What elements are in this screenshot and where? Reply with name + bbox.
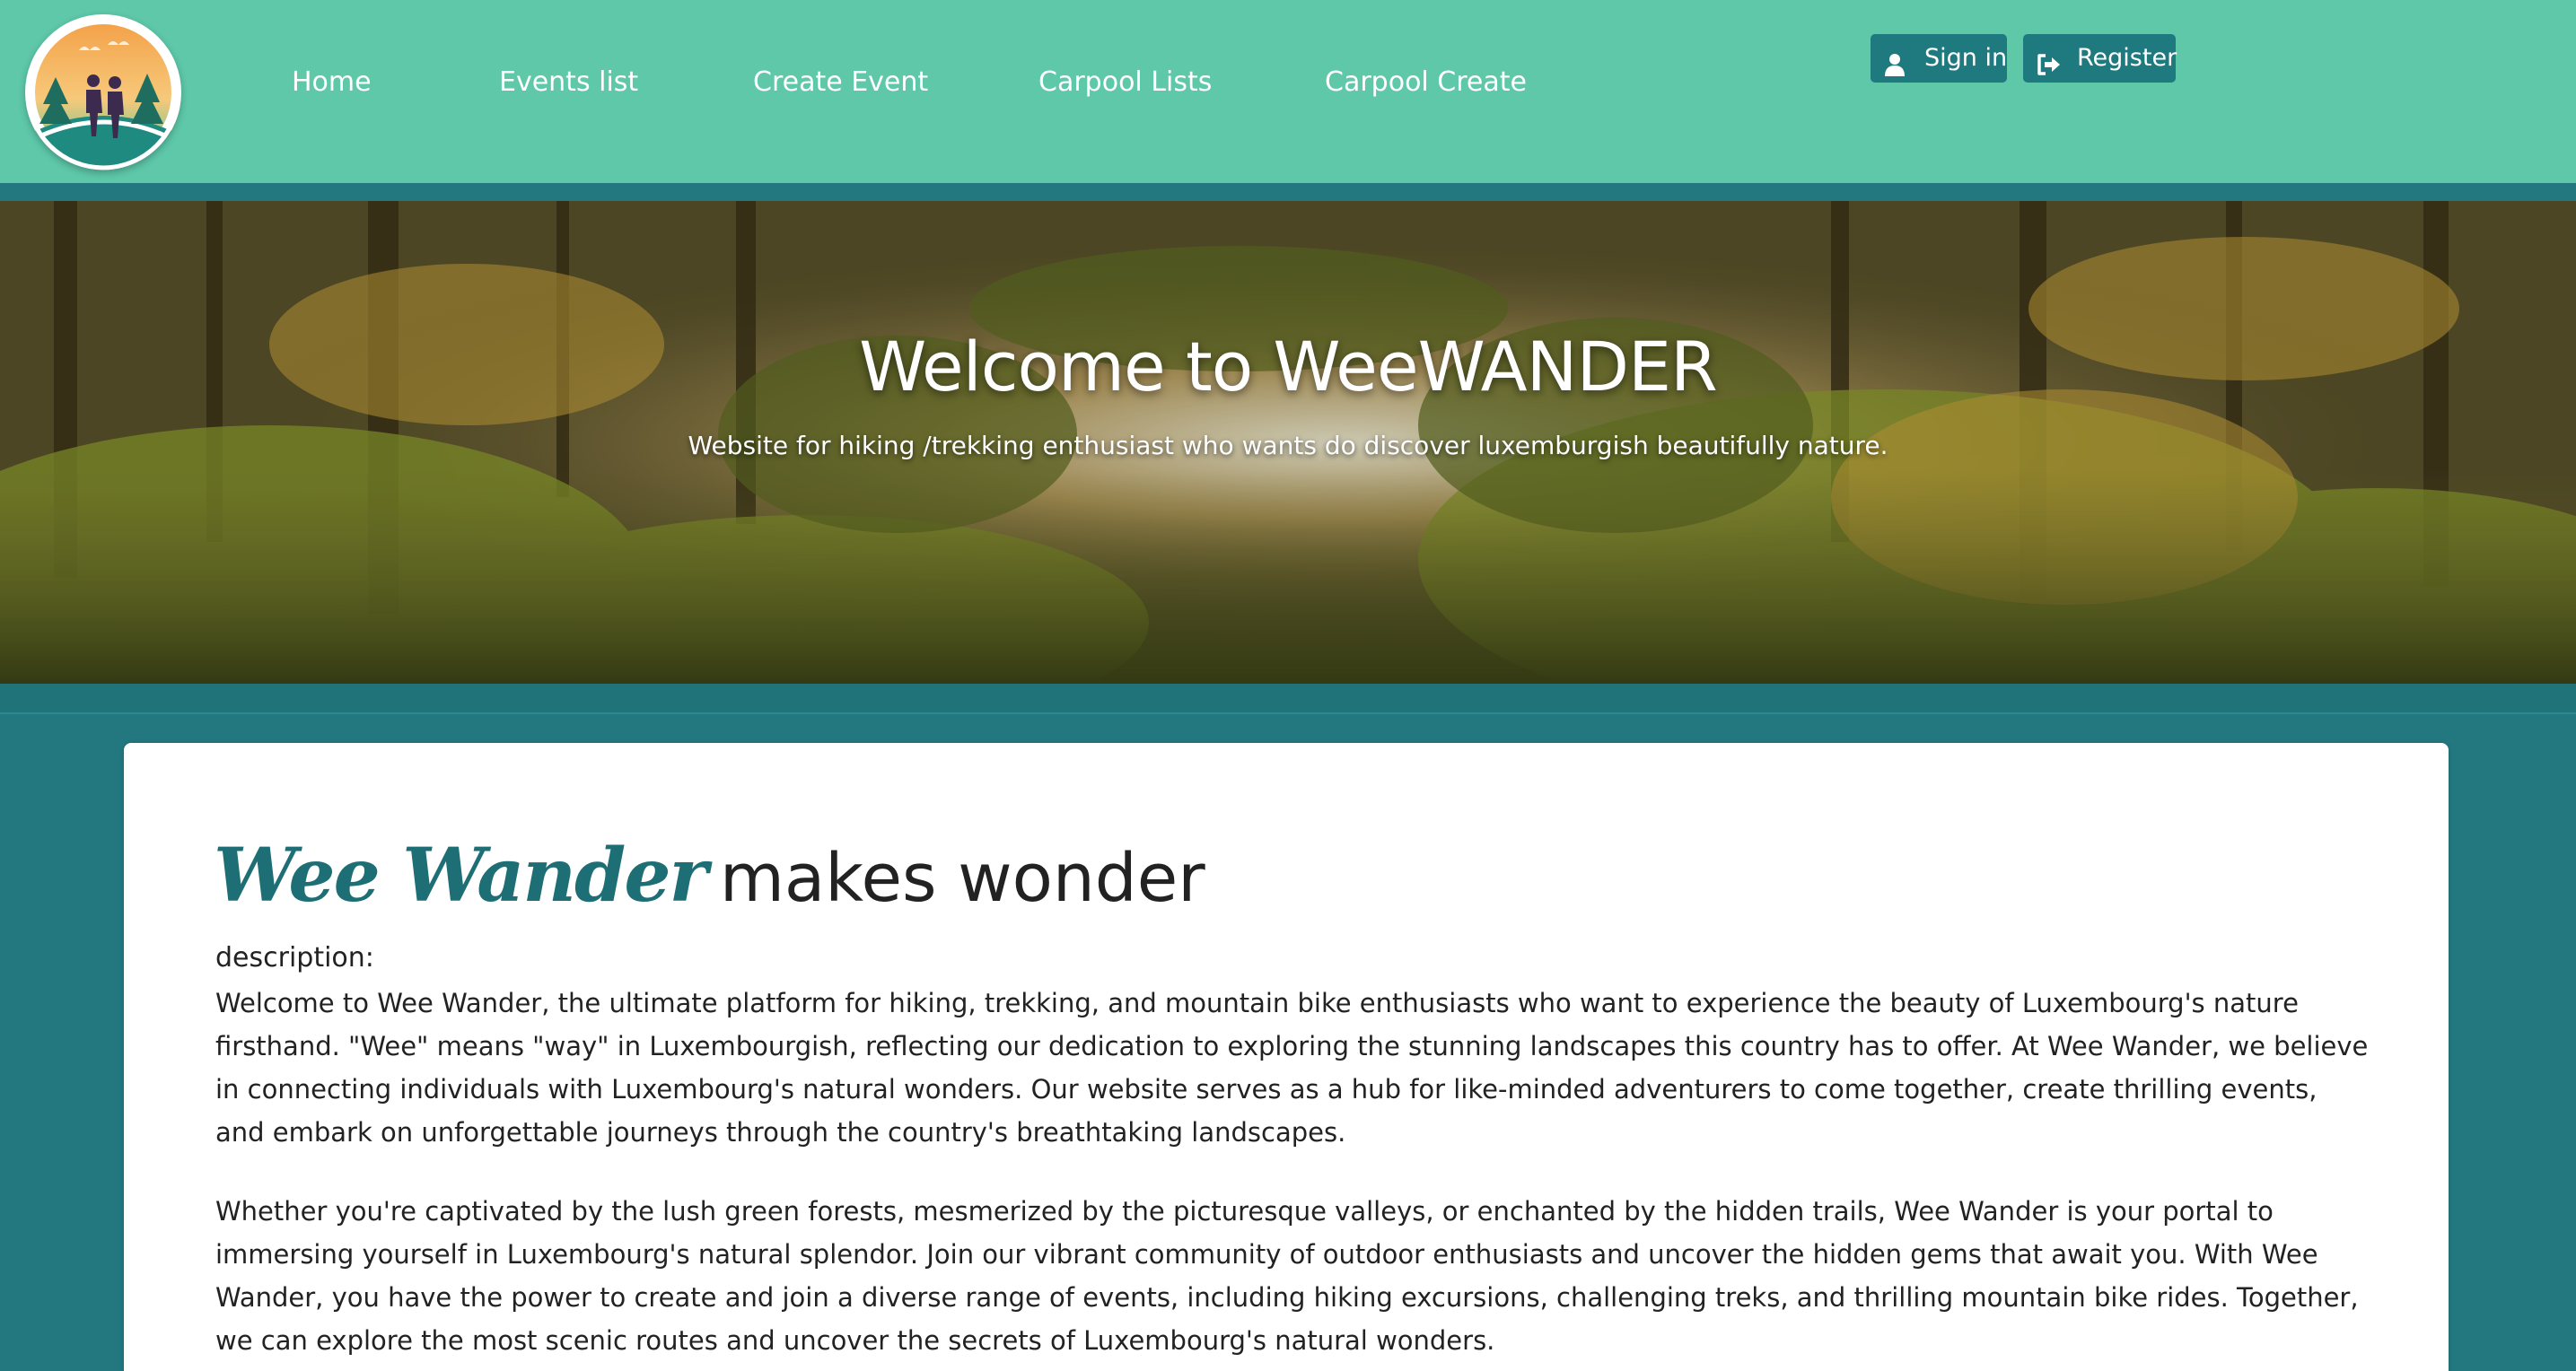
nav-carpool-lists-link[interactable]: Carpool Lists [1038, 65, 1212, 100]
about-card: Wee Wander makes wonder description: Wel… [124, 743, 2449, 1371]
sign-in-button[interactable]: Sign in [1871, 34, 2007, 83]
heading-tagline: makes wonder [719, 840, 1205, 917]
navbar-bottom-strip [0, 183, 2576, 201]
description-paragraph-1: Welcome to Wee Wander, the ultimate plat… [215, 988, 2369, 1148]
description-label: description: [215, 942, 374, 974]
hero-banner: Welcome to WeeWANDER Website for hiking … [0, 201, 2576, 684]
register-button[interactable]: Register [2023, 34, 2177, 83]
register-label: Register [2077, 44, 2177, 72]
hero-subtitle: Website for hiking /trekking enthusiast … [688, 431, 1888, 460]
hero-title: Welcome to WeeWANDER [859, 327, 1718, 406]
nav-create-event-link[interactable]: Create Event [753, 65, 928, 100]
section-divider-band [0, 684, 2576, 714]
brand-name: Wee Wander [214, 833, 708, 919]
about-heading: Wee Wander makes wonder [214, 833, 1205, 922]
weewander-logo[interactable] [25, 14, 181, 170]
nav-carpool-create-link[interactable]: Carpool Create [1325, 65, 1527, 100]
sign-in-label: Sign in [1924, 44, 2008, 72]
navbar: Home Events list Create Event Carpool Li… [0, 0, 2576, 183]
description-paragraph-2: Whether you're captivated by the lush gr… [215, 1196, 2359, 1356]
nav-events-list-link[interactable]: Events list [499, 65, 638, 100]
nav-home-link[interactable]: Home [292, 65, 372, 100]
user-icon [1883, 46, 1910, 76]
sign-out-icon [2036, 46, 2063, 75]
